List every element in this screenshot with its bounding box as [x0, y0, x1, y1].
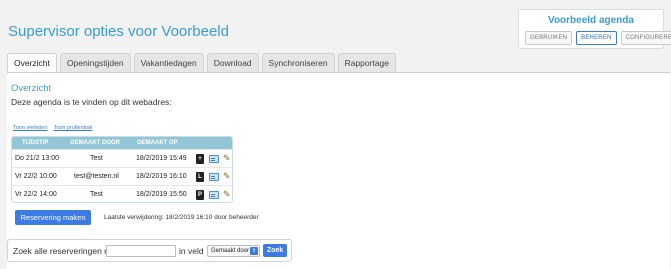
column-header-gemaakt-door[interactable]: GEMAAKT DOOR [70, 140, 120, 146]
cell-gemaakt-door: Test [90, 191, 103, 198]
show-trash-link[interactable]: Toon prullenbak [54, 125, 93, 131]
table-row[interactable]: Vr 22/2 10:00 test@testen.nl 18/2/2019 1… [12, 167, 232, 185]
in-field-label: in veld [179, 246, 204, 256]
search-panel: Zoek alle reserveringen met in veld Gema… [7, 239, 292, 262]
table-links: Toon verleden Toon prullenbak [13, 125, 92, 131]
tab-download[interactable]: Download [206, 53, 259, 72]
last-removal-text: Laatste verwijdering: 18/2/2019 16:10 do… [104, 214, 259, 221]
edit-icon[interactable]: ✎ [223, 153, 231, 164]
agenda-title: Voorbeeld agenda [548, 15, 634, 26]
search-input[interactable] [106, 245, 176, 257]
search-button[interactable]: Zoek [263, 244, 287, 257]
use-button[interactable]: GEBRUIKEN [525, 31, 573, 45]
chevron-updown-icon: ⇕ [250, 247, 258, 255]
table-row[interactable]: Vr 22/2 14:00 Test 18/2/2019 15:50 P ✎ [12, 185, 232, 202]
table-row[interactable]: Do 21/2 13:00 Test 18/2/2019 15:49 + ✎ [12, 149, 232, 167]
make-reservation-button[interactable]: Reservering maken [15, 210, 91, 225]
column-header-gemaakt-op[interactable]: GEMAAKT OP [137, 140, 178, 146]
field-select-value: Gemaakt door [211, 248, 250, 254]
manage-button[interactable]: BEHEREN [576, 31, 617, 45]
cell-gemaakt-door: Test [90, 155, 103, 162]
show-past-link[interactable]: Toon verleden [13, 125, 48, 131]
tab-vakantiedagen[interactable]: Vakantiedagen [133, 53, 204, 72]
page-title: Supervisor opties voor Voorbeeld [8, 23, 229, 40]
field-select[interactable]: Gemaakt door ⇕ [207, 245, 260, 257]
cell-tijdstip: Vr 22/2 14:00 [15, 191, 57, 198]
reservation-type-badge: + [196, 154, 204, 164]
cell-gemaakt-op: 18/2/2019 16:10 [136, 173, 187, 180]
edit-icon[interactable]: ✎ [223, 189, 231, 200]
edit-icon[interactable]: ✎ [223, 171, 231, 182]
main-panel: Overzicht Deze agenda is te vinden op di… [7, 72, 670, 269]
reservation-type-badge: L [196, 172, 204, 182]
tab-bar: Overzicht Openingstijden Vakantiedagen D… [7, 53, 397, 73]
tab-overzicht[interactable]: Overzicht [7, 53, 57, 73]
cell-gemaakt-op: 18/2/2019 15:49 [136, 155, 187, 162]
cell-tijdstip: Do 21/2 13:00 [15, 155, 59, 162]
section-description: Deze agenda is te vinden op dit webadres… [11, 97, 172, 107]
card-icon[interactable] [209, 191, 219, 199]
table-header: TIJDSTIP GEMAAKT DOOR GEMAAKT OP [12, 137, 232, 149]
card-icon[interactable] [209, 155, 219, 163]
reservations-table: TIJDSTIP GEMAAKT DOOR GEMAAKT OP Do 21/2… [11, 136, 233, 203]
reservation-type-badge: P [196, 190, 204, 200]
search-label: Zoek alle reserveringen met [13, 246, 119, 256]
cell-gemaakt-op: 18/2/2019 15:50 [136, 191, 187, 198]
tab-synchroniseren[interactable]: Synchroniseren [261, 53, 335, 72]
tab-openingstijden[interactable]: Openingstijden [59, 53, 131, 72]
cell-gemaakt-door: test@testen.nl [74, 173, 119, 180]
agenda-mode-panel: Voorbeeld agenda GEBRUIKEN BEHEREN CONFI… [518, 9, 671, 49]
cell-tijdstip: Vr 22/2 10:00 [15, 173, 57, 180]
card-icon[interactable] [209, 173, 219, 181]
section-title: Overzicht [11, 83, 52, 94]
configure-button[interactable]: CONFIGUREREN [620, 31, 671, 45]
tab-rapportage[interactable]: Rapportage [337, 53, 397, 72]
column-header-tijdstip[interactable]: TIJDSTIP [22, 140, 48, 146]
